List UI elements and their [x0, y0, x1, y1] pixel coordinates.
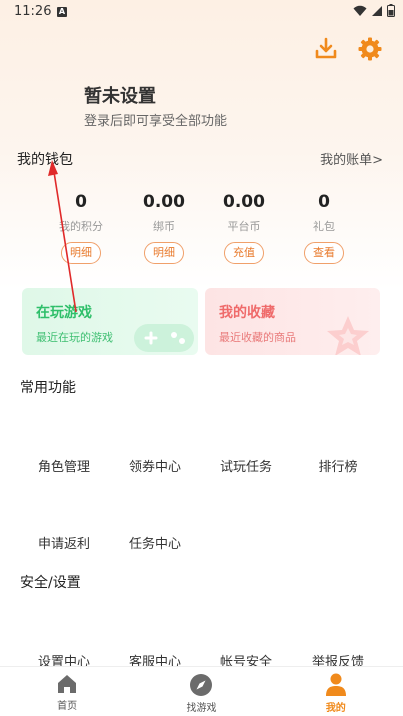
- wallet-title: 我的钱包: [17, 152, 73, 168]
- task-center-item[interactable]: 任务中心: [115, 533, 195, 552]
- profile-name[interactable]: 暂未设置: [84, 82, 156, 108]
- coins-detail-button[interactable]: 明细: [144, 242, 184, 264]
- stat-platform-coins: 0.00 平台币 充值: [204, 192, 284, 264]
- home-icon: [58, 675, 77, 693]
- trial-tasks-item[interactable]: 试玩任务: [206, 456, 286, 475]
- battery-icon: [387, 4, 395, 17]
- gear-icon[interactable]: [357, 36, 383, 62]
- profile-subtitle: 登录后即可享受全部功能: [84, 114, 228, 129]
- stat-label: 礼包: [313, 220, 335, 233]
- stat-gift-packs: 0 礼包 查看: [284, 192, 364, 264]
- coupon-center-item[interactable]: 领券中心: [115, 456, 195, 475]
- status-time: 11:26: [14, 4, 52, 19]
- stat-value: 0.00: [143, 192, 185, 212]
- star-icon: [327, 316, 369, 355]
- nav-find-games[interactable]: 找游戏: [134, 667, 268, 716]
- stat-value: 0.00: [223, 192, 265, 212]
- stat-label: 我的积分: [59, 220, 103, 233]
- nav-home[interactable]: 首页: [0, 667, 134, 716]
- bottom-nav: 首页 找游戏 我的: [0, 666, 403, 716]
- nav-label: 找游戏: [186, 703, 217, 714]
- my-favorites-card[interactable]: 我的收藏 最近收藏的商品: [205, 288, 380, 355]
- stat-value: 0: [318, 192, 330, 212]
- my-bill-link[interactable]: 我的账单>: [320, 149, 383, 168]
- recharge-button[interactable]: 充值: [224, 242, 264, 264]
- nav-mine[interactable]: 我的: [269, 667, 403, 716]
- playing-games-card[interactable]: 在玩游戏 最近在玩的游戏: [22, 288, 198, 355]
- annotation-arrow: [48, 160, 77, 313]
- leaderboard-item[interactable]: 排行榜: [298, 456, 378, 475]
- user-icon: [325, 673, 346, 696]
- stat-label: 绑币: [153, 220, 175, 233]
- view-gifts-button[interactable]: 查看: [304, 242, 344, 264]
- signal-icon: [372, 5, 382, 16]
- stat-value: 0: [75, 192, 87, 212]
- gamepad-icon: [134, 324, 194, 352]
- security-settings-title: 安全/设置: [20, 575, 81, 591]
- compass-icon: [190, 674, 213, 696]
- stat-label: 平台币: [227, 220, 261, 233]
- status-icons: [353, 4, 395, 17]
- points-detail-button[interactable]: 明细: [61, 242, 101, 264]
- stat-bound-coins: 0.00 绑币 明细: [124, 192, 204, 264]
- download-icon[interactable]: [313, 36, 339, 62]
- wifi-icon: [353, 5, 367, 16]
- common-functions-title: 常用功能: [20, 380, 76, 396]
- stat-points: 0 我的积分 明细: [41, 192, 121, 264]
- nav-label: 我的: [325, 703, 346, 714]
- notification-a-icon: A: [57, 7, 67, 17]
- apply-rebate-item[interactable]: 申请返利: [24, 533, 104, 552]
- nav-label: 首页: [57, 701, 78, 712]
- role-management-item[interactable]: 角色管理: [24, 456, 104, 475]
